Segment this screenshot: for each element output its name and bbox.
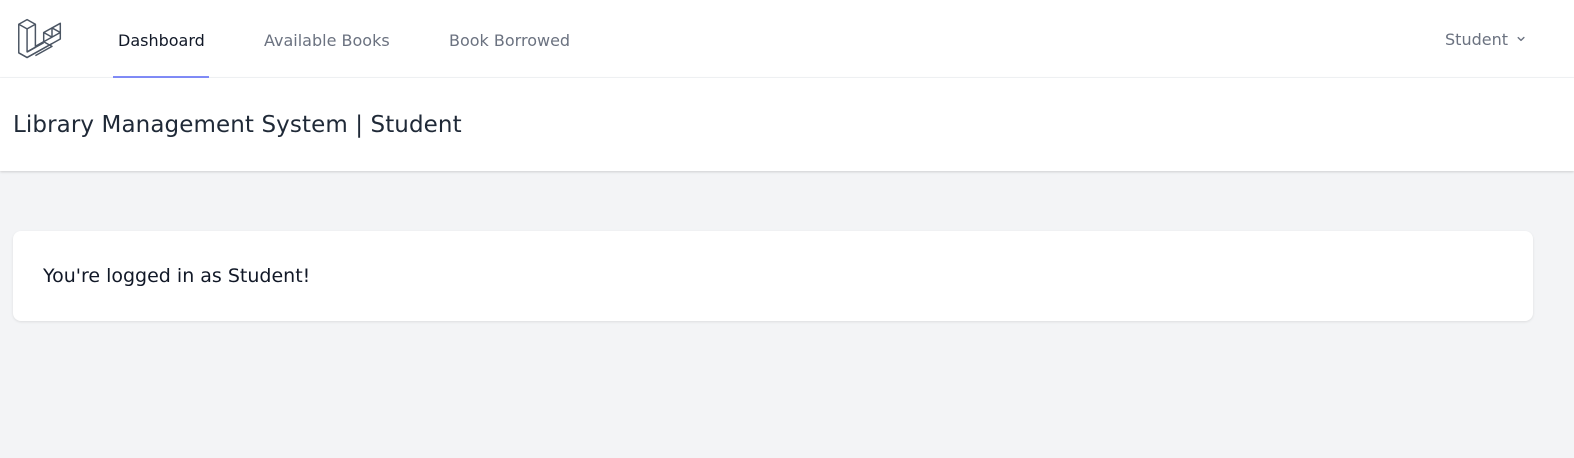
nav-link-available-books[interactable]: Available Books <box>259 0 395 78</box>
page-title: Library Management System | Student <box>13 111 462 138</box>
top-navbar: Dashboard Available Books Book Borrowed … <box>0 0 1574 78</box>
nav-link-book-borrowed[interactable]: Book Borrowed <box>444 0 575 78</box>
nav-link-label: Book Borrowed <box>449 30 571 50</box>
user-menu-dropdown[interactable]: Student <box>1445 0 1528 78</box>
nav-link-label: Available Books <box>264 30 390 50</box>
welcome-card: You're logged in as Student! <box>13 231 1533 321</box>
laravel-logo-icon[interactable] <box>16 15 64 63</box>
nav-link-label: Dashboard <box>118 30 205 50</box>
chevron-down-icon <box>1517 36 1525 42</box>
nav-link-dashboard[interactable]: Dashboard <box>113 0 209 78</box>
login-status-message: You're logged in as Student! <box>43 265 311 287</box>
user-name: Student <box>1445 29 1508 49</box>
page-header: Library Management System | Student <box>0 78 1574 171</box>
